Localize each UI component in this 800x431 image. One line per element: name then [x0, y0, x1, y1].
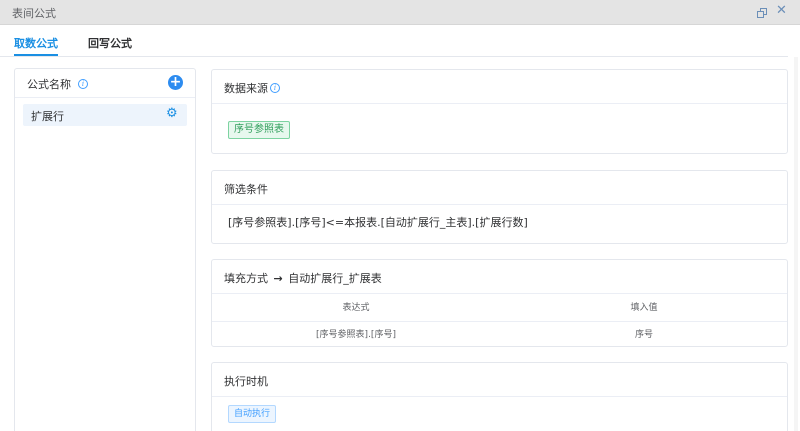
arrow-right-icon: →	[273, 272, 283, 285]
plus-circle-icon[interactable]: +	[168, 75, 183, 90]
data-source-tag[interactable]: 序号参照表	[228, 121, 290, 139]
filter-expression[interactable]: [序号参照表].[序号]<=本报表.[自动扩展行_主表].[扩展行数]	[228, 214, 528, 230]
column-header-value: 填入值	[630, 303, 658, 313]
exec-timing-card: 执行时机 自动执行	[211, 362, 788, 431]
card-header: 数据来源 i	[212, 70, 787, 104]
exec-tag[interactable]: 自动执行	[228, 405, 277, 423]
restore-window-icon[interactable]	[757, 8, 767, 18]
row-expression: [序号参照表].[序号]	[316, 330, 396, 340]
formula-tabs: 取数公式 回写公式	[0, 26, 800, 57]
table-header: 表达式 填入值	[212, 294, 787, 322]
fill-target: 自动扩展行_扩展表	[288, 272, 382, 285]
scrollbar[interactable]	[794, 57, 798, 431]
exec-title: 执行时机	[224, 375, 268, 388]
gear-icon[interactable]: ⚙	[166, 107, 178, 121]
tab-writeback-formula[interactable]: 回写公式	[88, 35, 132, 51]
list-item-label: 扩展行	[31, 110, 64, 123]
row-value: 序号	[634, 330, 653, 340]
data-source-title: 数据来源	[224, 82, 268, 95]
close-icon[interactable]: ✕	[776, 3, 787, 19]
panel-divider	[15, 97, 195, 98]
card-header: 填充方式 → 自动扩展行_扩展表	[212, 260, 787, 294]
window-titlebar: 表间公式 ✕	[0, 0, 800, 25]
info-icon[interactable]: i	[78, 79, 88, 89]
fill-title: 填充方式	[224, 272, 268, 285]
formula-name-label: 公式名称	[27, 78, 71, 91]
data-source-card: 数据来源 i 序号参照表	[211, 69, 788, 154]
formula-list-panel: 公式名称 i + 扩展行 ⚙	[14, 68, 196, 431]
fill-title-line: 填充方式 → 自动扩展行_扩展表	[224, 270, 382, 286]
window-title: 表间公式	[12, 7, 56, 20]
tabs-divider	[0, 56, 788, 57]
card-header: 筛选条件	[212, 171, 787, 205]
list-item-expand-row[interactable]: 扩展行 ⚙	[23, 104, 187, 126]
card-header: 执行时机	[212, 363, 787, 397]
filter-card: 筛选条件 [序号参照表].[序号]<=本报表.[自动扩展行_主表].[扩展行数]	[211, 170, 788, 244]
filter-title: 筛选条件	[224, 183, 268, 196]
table-row[interactable]: [序号参照表].[序号] 序号	[212, 322, 787, 348]
tab-fetch-formula[interactable]: 取数公式	[14, 35, 58, 51]
info-icon[interactable]: i	[270, 83, 280, 93]
fill-method-card: 填充方式 → 自动扩展行_扩展表 表达式 填入值 [序号参照表].[序号] 序号	[211, 259, 788, 347]
column-header-expression: 表达式	[342, 303, 370, 313]
